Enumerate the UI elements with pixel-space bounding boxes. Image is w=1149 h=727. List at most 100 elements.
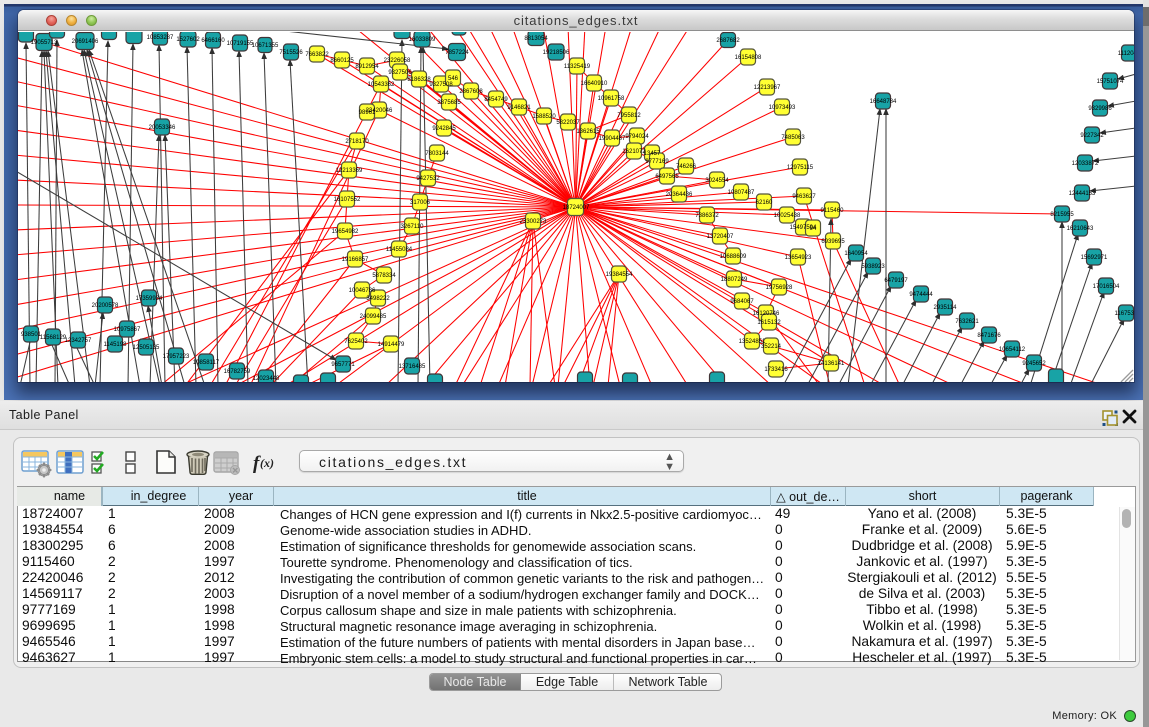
svg-text:9463627: 9463627: [792, 194, 816, 200]
svg-text:16648784: 16648784: [870, 99, 897, 105]
svg-text:6479197: 6479197: [884, 278, 908, 284]
svg-text:13720407: 13720407: [707, 234, 734, 240]
svg-text:12505135: 12505135: [133, 345, 160, 351]
svg-text:8454749: 8454749: [484, 97, 508, 103]
svg-text:24099485: 24099485: [360, 314, 387, 320]
svg-text:10858117: 10858117: [193, 360, 220, 366]
svg-text:9657771: 9657771: [331, 362, 355, 368]
svg-text:17957223: 17957223: [163, 354, 190, 360]
svg-text:19166857: 19166857: [342, 257, 369, 263]
svg-text:1615132: 1615132: [757, 320, 781, 326]
svg-text:7857224: 7857224: [445, 50, 469, 56]
svg-text:12444153: 12444153: [1069, 191, 1096, 197]
svg-text:13716485: 13716485: [399, 364, 426, 370]
svg-text:8813054: 8813054: [524, 36, 548, 42]
svg-text:2718170: 2718170: [345, 139, 369, 145]
svg-text:7632621: 7632621: [955, 319, 979, 325]
svg-text:7803144: 7803144: [425, 151, 449, 157]
svg-text:12213967: 12213967: [754, 85, 781, 91]
svg-text:94: 94: [810, 226, 817, 232]
svg-text:7663822: 7663822: [305, 52, 329, 58]
svg-text:5822037: 5822037: [556, 120, 580, 126]
svg-text:12975115: 12975115: [787, 165, 814, 171]
svg-text:(x): (x): [260, 456, 274, 470]
svg-text:12213369: 12213369: [336, 168, 363, 174]
svg-text:10853287: 10853287: [147, 35, 174, 41]
svg-text:17359934: 17359934: [136, 296, 163, 302]
svg-text:6497565: 6497565: [655, 174, 679, 180]
svg-text:23226058: 23226058: [384, 58, 411, 64]
svg-text:3875685: 3875685: [437, 100, 461, 106]
svg-text:1145198: 1145198: [104, 342, 128, 348]
svg-text:1112044: 1112044: [1118, 51, 1134, 57]
svg-text:10543362: 10543362: [368, 82, 395, 88]
svg-text:3498222: 3498222: [366, 296, 390, 302]
svg-text:8912954: 8912954: [355, 64, 379, 70]
svg-text:10025438: 10025438: [774, 213, 801, 219]
svg-text:9327506: 9327506: [388, 70, 412, 76]
svg-text:938501: 938501: [21, 332, 42, 338]
svg-text:19904487: 19904487: [599, 136, 626, 142]
svg-text:19218506: 19218506: [543, 50, 570, 56]
svg-text:1733416: 1733416: [764, 367, 788, 373]
svg-text:9115460: 9115460: [821, 208, 845, 214]
svg-text:3267110: 3267110: [401, 224, 425, 230]
svg-text:1527602: 1527602: [176, 37, 200, 43]
svg-text:9327508: 9327508: [429, 82, 453, 88]
svg-text:10688609: 10688609: [720, 254, 747, 260]
svg-text:7485063: 7485063: [781, 135, 805, 141]
svg-text:9474444: 9474444: [909, 292, 933, 298]
svg-text:19384554: 19384554: [606, 272, 633, 278]
svg-text:9245652: 9245652: [1022, 361, 1046, 367]
svg-text:19756928: 19756928: [766, 285, 793, 291]
svg-text:7515526: 7515526: [279, 50, 303, 56]
svg-text:10654112: 10654112: [999, 347, 1026, 353]
svg-text:15692971: 15692971: [1081, 255, 1108, 261]
svg-text:62160: 62160: [756, 200, 773, 206]
svg-text:11568129: 11568129: [40, 335, 67, 341]
svg-text:18724007: 18724007: [563, 205, 590, 211]
svg-text:10719155: 10719155: [227, 41, 254, 47]
svg-text:3024554: 3024554: [705, 178, 729, 184]
svg-text:9329986: 9329986: [1088, 106, 1112, 112]
svg-text:8471676: 8471676: [977, 333, 1001, 339]
svg-text:10046786: 10046786: [349, 288, 376, 294]
svg-text:15751074: 15751074: [1097, 79, 1124, 85]
svg-text:8660125: 8660125: [330, 58, 354, 64]
svg-text:19654982: 19654982: [332, 229, 359, 235]
svg-text:20364436: 20364436: [666, 192, 693, 198]
svg-text:16033809: 16033809: [409, 37, 436, 43]
svg-text:20200578: 20200578: [92, 303, 119, 309]
svg-text:9242845: 9242845: [432, 126, 456, 132]
svg-text:98961: 98961: [359, 110, 376, 116]
svg-text:23300273: 23300273: [520, 219, 547, 225]
svg-text:9684067: 9684067: [730, 299, 754, 305]
svg-text:9794024: 9794024: [625, 134, 649, 140]
svg-text:20053346: 20053346: [149, 125, 176, 131]
svg-text:10975867: 10975867: [114, 327, 141, 333]
svg-text:1362615: 1362615: [576, 129, 600, 135]
svg-text:8215955: 8215955: [1050, 212, 1074, 218]
svg-text:13457: 13457: [644, 151, 661, 157]
svg-text:7625402: 7625402: [344, 339, 368, 345]
svg-text:12033872: 12033872: [1072, 161, 1099, 167]
svg-text:317006: 317006: [410, 200, 431, 206]
svg-text:14914479: 14914479: [378, 342, 405, 348]
svg-text:12342757: 12342757: [65, 338, 92, 344]
svg-text:16782759: 16782759: [224, 369, 251, 375]
svg-text:19055713: 19055713: [31, 40, 58, 46]
svg-text:6466160: 6466160: [201, 38, 225, 44]
svg-text:13654923: 13654923: [785, 255, 812, 261]
svg-text:2687682: 2687682: [716, 38, 740, 44]
svg-text:12023448: 12023448: [253, 376, 280, 382]
svg-text:16120746: 16120746: [753, 311, 780, 317]
svg-text:10973493: 10973493: [769, 105, 796, 111]
svg-text:16210643: 16210643: [1067, 226, 1094, 232]
svg-text:10961758: 10961758: [598, 96, 625, 102]
svg-text:6939695: 6939695: [821, 239, 845, 245]
svg-text:7955812: 7955812: [617, 113, 641, 119]
svg-text:546: 546: [448, 76, 459, 82]
svg-text:5878334: 5878334: [372, 273, 396, 279]
svg-text:2935114: 2935114: [934, 305, 958, 311]
svg-text:10807487: 10807487: [728, 190, 755, 196]
